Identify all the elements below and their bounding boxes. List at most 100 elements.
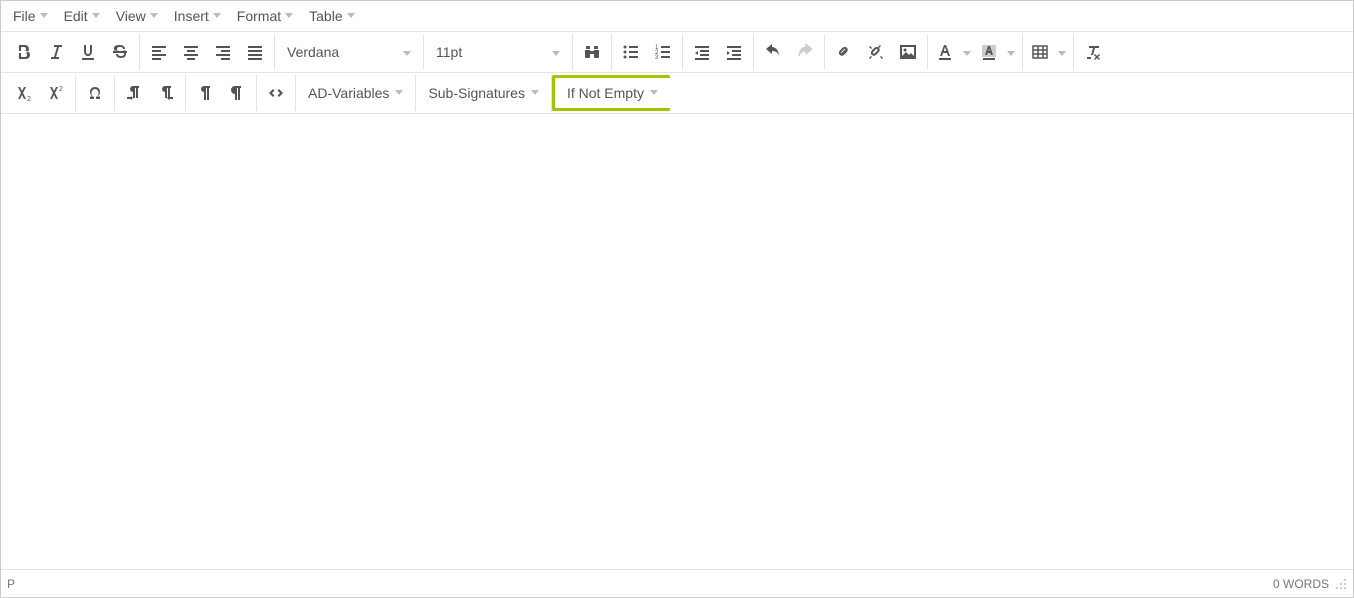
group-clear bbox=[1074, 34, 1112, 70]
editing-area[interactable] bbox=[1, 114, 1353, 569]
insert-image-button[interactable] bbox=[893, 37, 923, 67]
group-paragraph-marks bbox=[115, 75, 186, 111]
sub-signatures-dropdown[interactable]: Sub-Signatures bbox=[420, 78, 547, 108]
show-invisibles-button[interactable] bbox=[222, 78, 252, 108]
clear-formatting-button[interactable] bbox=[1078, 37, 1108, 67]
superscript-button[interactable]: 2 bbox=[41, 78, 71, 108]
undo-icon bbox=[764, 43, 782, 61]
group-history bbox=[754, 34, 825, 70]
italic-button[interactable] bbox=[41, 37, 71, 67]
strikethrough-button[interactable] bbox=[105, 37, 135, 67]
group-align bbox=[140, 34, 275, 70]
caret-down-icon bbox=[213, 13, 221, 19]
special-character-button[interactable] bbox=[80, 78, 110, 108]
menubar: File Edit View Insert Format bbox=[1, 1, 1353, 32]
if-not-empty-dropdown[interactable]: If Not Empty bbox=[559, 78, 666, 108]
superscript-icon: 2 bbox=[47, 84, 65, 102]
toolbar-row-1: Verdana 11pt bbox=[1, 32, 1353, 73]
group-show-marks bbox=[186, 75, 257, 111]
show-blocks-button[interactable] bbox=[190, 78, 220, 108]
indent-button[interactable] bbox=[719, 37, 749, 67]
caret-down-icon bbox=[963, 44, 971, 60]
caret-down-icon bbox=[1007, 44, 1015, 60]
subscript-button[interactable]: 2 bbox=[9, 78, 39, 108]
menu-file[interactable]: File bbox=[5, 3, 56, 29]
text-color-button[interactable] bbox=[932, 37, 958, 67]
link-icon bbox=[835, 43, 853, 61]
menu-edit[interactable]: Edit bbox=[56, 3, 108, 29]
align-left-icon bbox=[150, 43, 168, 61]
background-color-icon bbox=[980, 43, 998, 61]
group-source bbox=[257, 75, 296, 111]
menu-view[interactable]: View bbox=[108, 3, 166, 29]
word-count[interactable]: 0 WORDS bbox=[1273, 577, 1329, 591]
binoculars-icon bbox=[583, 43, 601, 61]
table-icon bbox=[1031, 43, 1049, 61]
ad-variables-dropdown[interactable]: AD-Variables bbox=[300, 78, 411, 108]
menu-table[interactable]: Table bbox=[301, 3, 362, 29]
bullet-list-button[interactable] bbox=[616, 37, 646, 67]
font-size-label: 11pt bbox=[436, 44, 462, 60]
menu-format-label: Format bbox=[237, 8, 281, 24]
resize-grip-icon[interactable] bbox=[1335, 578, 1347, 590]
undo-button[interactable] bbox=[758, 37, 788, 67]
pilcrow-ltr-icon bbox=[125, 84, 143, 102]
font-family-label: Verdana bbox=[287, 44, 339, 60]
group-sub-signatures: Sub-Signatures bbox=[416, 75, 552, 111]
table-button[interactable] bbox=[1027, 37, 1053, 67]
pilcrow-rtl-icon bbox=[157, 84, 175, 102]
group-font: Verdana bbox=[275, 34, 424, 70]
align-left-button[interactable] bbox=[144, 37, 174, 67]
bold-button[interactable] bbox=[9, 37, 39, 67]
align-center-button[interactable] bbox=[176, 37, 206, 67]
element-path[interactable]: P bbox=[7, 577, 15, 591]
table-dropdown[interactable] bbox=[1055, 37, 1069, 67]
background-color-button[interactable] bbox=[976, 37, 1002, 67]
pilcrow-icon bbox=[196, 84, 214, 102]
svg-text:3: 3 bbox=[655, 55, 659, 61]
outdent-icon bbox=[693, 43, 711, 61]
redo-icon bbox=[796, 43, 814, 61]
redo-button[interactable] bbox=[790, 37, 820, 67]
numbered-list-button[interactable]: 123 bbox=[648, 37, 678, 67]
group-table bbox=[1023, 34, 1074, 70]
insert-link-button[interactable] bbox=[829, 37, 859, 67]
svg-text:2: 2 bbox=[27, 96, 31, 102]
menu-edit-label: Edit bbox=[64, 8, 88, 24]
group-script: 2 2 bbox=[5, 75, 76, 111]
outdent-button[interactable] bbox=[687, 37, 717, 67]
find-replace-button[interactable] bbox=[577, 37, 607, 67]
caret-down-icon bbox=[40, 13, 48, 19]
statusbar: P 0 WORDS bbox=[1, 569, 1353, 597]
text-color-icon bbox=[936, 43, 954, 61]
underline-button[interactable] bbox=[73, 37, 103, 67]
omega-icon bbox=[86, 84, 104, 102]
menu-file-label: File bbox=[13, 8, 36, 24]
caret-down-icon bbox=[395, 90, 403, 96]
ad-variables-label: AD-Variables bbox=[308, 85, 389, 101]
align-justify-button[interactable] bbox=[240, 37, 270, 67]
image-icon bbox=[899, 43, 917, 61]
rtl-paragraph-button[interactable] bbox=[151, 78, 181, 108]
svg-text:2: 2 bbox=[59, 86, 63, 93]
font-size-select[interactable]: 11pt bbox=[428, 37, 568, 67]
toolbar-row-2: 2 2 bbox=[1, 73, 1353, 114]
background-color-dropdown[interactable] bbox=[1004, 37, 1018, 67]
align-justify-icon bbox=[246, 43, 264, 61]
ltr-paragraph-button[interactable] bbox=[119, 78, 149, 108]
source-code-button[interactable] bbox=[261, 78, 291, 108]
font-family-select[interactable]: Verdana bbox=[279, 37, 419, 67]
text-color-dropdown[interactable] bbox=[960, 37, 974, 67]
pilcrow-solid-icon bbox=[228, 84, 246, 102]
caret-down-icon bbox=[1058, 44, 1066, 60]
remove-link-button[interactable] bbox=[861, 37, 891, 67]
align-right-button[interactable] bbox=[208, 37, 238, 67]
menu-insert[interactable]: Insert bbox=[166, 3, 229, 29]
align-right-icon bbox=[214, 43, 232, 61]
group-text-style bbox=[5, 34, 140, 70]
caret-down-icon bbox=[150, 13, 158, 19]
menu-format[interactable]: Format bbox=[229, 3, 301, 29]
bullet-list-icon bbox=[622, 43, 640, 61]
group-indent bbox=[683, 34, 754, 70]
strikethrough-icon bbox=[111, 43, 129, 61]
